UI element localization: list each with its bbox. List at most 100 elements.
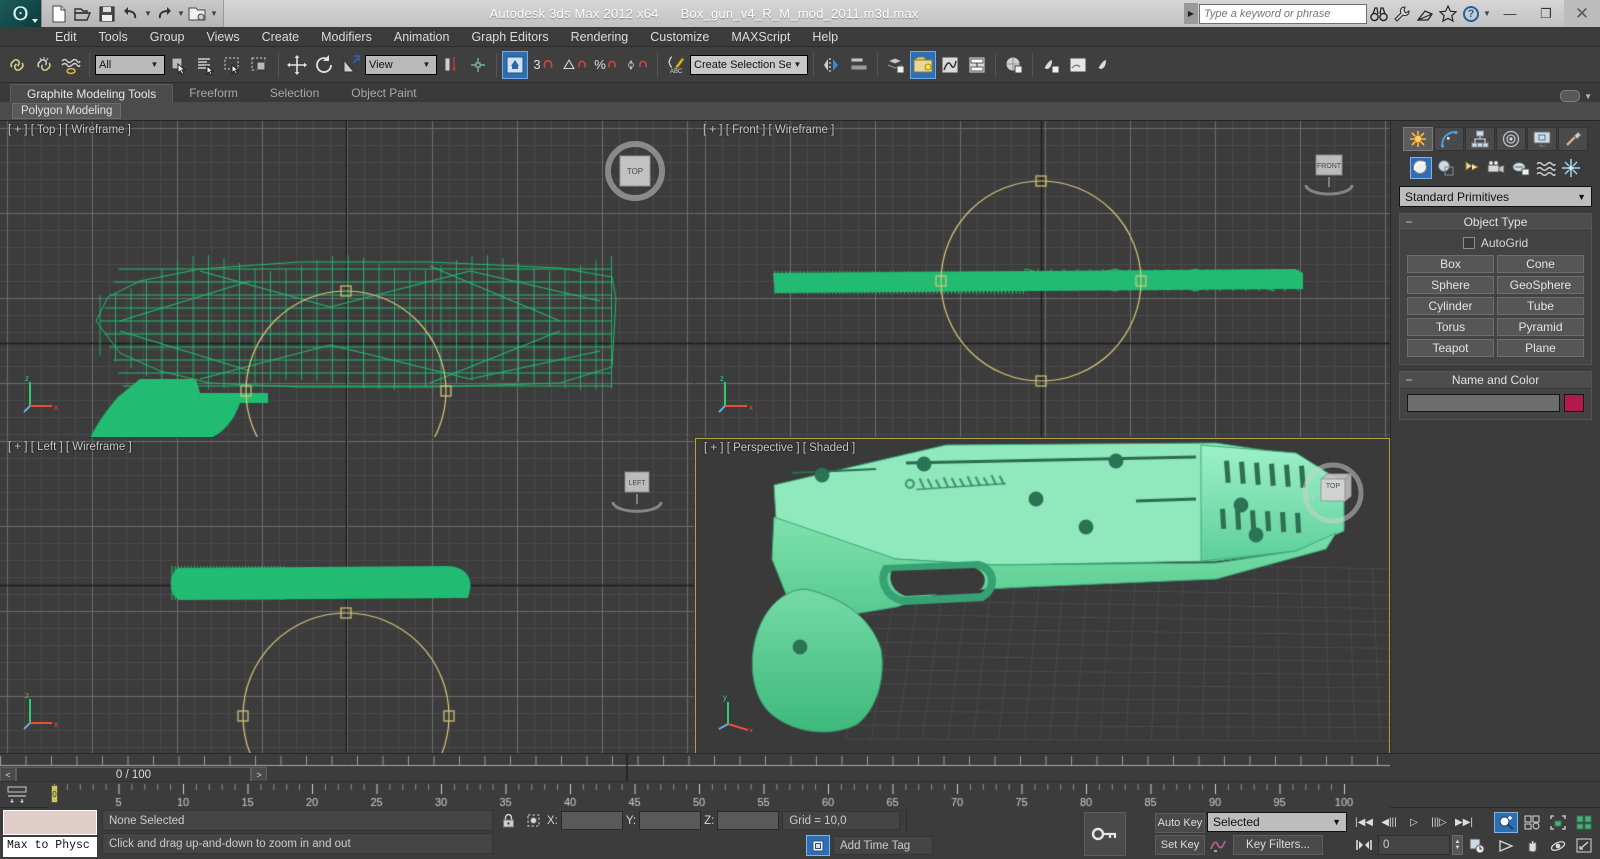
percent-snap-button[interactable] bbox=[560, 51, 590, 79]
mtp-color-swatch[interactable] bbox=[3, 810, 97, 835]
menu-item-animation[interactable]: Animation bbox=[383, 28, 461, 46]
viewport-top[interactable]: [ + ] [ Top ] [ Wireframe ] TOP z x bbox=[0, 121, 694, 437]
menu-item-help[interactable]: Help bbox=[801, 28, 849, 46]
mirror-button[interactable] bbox=[819, 51, 845, 79]
field-of-view-button[interactable] bbox=[1494, 835, 1518, 856]
orbit-button[interactable] bbox=[1546, 835, 1570, 856]
menu-item-group[interactable]: Group bbox=[139, 28, 196, 46]
set-key-curve-icon[interactable] bbox=[1207, 834, 1231, 855]
minimize-button[interactable]: — bbox=[1492, 0, 1528, 27]
track-bar[interactable]: < 0 / 100 > bbox=[0, 753, 1600, 782]
viewport-left-canvas[interactable] bbox=[0, 438, 694, 754]
selection-lock-icon[interactable] bbox=[522, 813, 544, 828]
ribbon-tab-freeform[interactable]: Freeform bbox=[173, 84, 254, 102]
helpers-button[interactable] bbox=[1510, 157, 1532, 179]
previous-frame-arrow[interactable]: < bbox=[0, 767, 16, 782]
qat-customize-icon[interactable]: ▼ bbox=[210, 9, 218, 18]
select-and-scale-button[interactable] bbox=[338, 51, 364, 79]
menu-item-customize[interactable]: Customize bbox=[639, 28, 720, 46]
autogrid-checkbox[interactable] bbox=[1462, 237, 1475, 249]
redo-icon[interactable] bbox=[153, 3, 175, 24]
ribbon-panel-polygon-modeling[interactable]: Polygon Modeling bbox=[12, 103, 122, 119]
object-type-pyramid-button[interactable]: Pyramid bbox=[1497, 318, 1584, 336]
space-warps-button[interactable] bbox=[1535, 157, 1557, 179]
time-ruler-canvas[interactable] bbox=[48, 782, 1390, 808]
lights-button[interactable] bbox=[1460, 157, 1482, 179]
viewcube-top[interactable]: TOP bbox=[603, 139, 667, 203]
open-file-icon[interactable] bbox=[72, 3, 94, 24]
application-menu-button[interactable]: ʘ bbox=[0, 0, 42, 27]
next-frame-arrow[interactable]: > bbox=[251, 767, 267, 782]
viewcube-perspective[interactable]: TOP W bbox=[1297, 457, 1369, 527]
graphite-toggle-button[interactable] bbox=[910, 50, 936, 79]
viewport-top-label[interactable]: [ + ] [ Top ] [ Wireframe ] bbox=[8, 124, 131, 136]
time-slider-handle[interactable]: 0 bbox=[51, 785, 58, 803]
time-configuration-button[interactable] bbox=[1465, 835, 1489, 856]
use-center-flyout-button[interactable] bbox=[438, 51, 464, 79]
curve-editor-button[interactable] bbox=[937, 51, 963, 79]
search-input[interactable] bbox=[1199, 3, 1367, 24]
info-center-expand-icon[interactable]: ▶ bbox=[1184, 3, 1198, 24]
current-frame-display[interactable]: 0 / 100 bbox=[16, 767, 251, 782]
object-type-header[interactable]: − Object Type bbox=[1400, 214, 1591, 231]
x-coordinate-field[interactable] bbox=[560, 811, 623, 830]
cameras-button[interactable] bbox=[1485, 157, 1507, 179]
autogrid-row[interactable]: AutoGrid bbox=[1407, 236, 1584, 250]
ribbon-options-icon[interactable] bbox=[1560, 90, 1581, 102]
bind-space-warp-button[interactable] bbox=[58, 51, 84, 79]
auto-key-button[interactable]: Auto Key bbox=[1155, 812, 1205, 833]
utilities-tab[interactable] bbox=[1558, 127, 1588, 151]
zoom-button[interactable] bbox=[1494, 811, 1518, 833]
time-slider-ruler[interactable]: 0 bbox=[0, 781, 1600, 808]
snap-toggle-button[interactable] bbox=[502, 50, 528, 79]
go-to-end-button[interactable]: ▶▶| bbox=[1452, 812, 1476, 833]
help-dropdown-icon[interactable]: ▼ bbox=[1483, 9, 1491, 18]
create-tab[interactable] bbox=[1403, 127, 1433, 151]
collapse-icon[interactable]: − bbox=[1400, 215, 1418, 229]
spinner-snap-toggle-button[interactable] bbox=[622, 51, 652, 79]
menu-item-rendering[interactable]: Rendering bbox=[560, 28, 640, 46]
angle-snap-button[interactable]: 3 bbox=[529, 51, 559, 79]
object-type-torus-button[interactable]: Torus bbox=[1407, 318, 1494, 336]
select-and-manipulate-button[interactable] bbox=[465, 51, 491, 79]
restore-button[interactable]: ❐ bbox=[1528, 0, 1564, 27]
go-to-start-button[interactable]: |◀◀ bbox=[1352, 812, 1376, 833]
schematic-view-button[interactable] bbox=[964, 51, 990, 79]
modify-tab[interactable] bbox=[1434, 127, 1464, 151]
viewport-perspective-label[interactable]: [ + ] [ Perspective ] [ Shaded ] bbox=[704, 442, 855, 454]
current-frame-input[interactable]: 0 bbox=[1378, 835, 1450, 855]
edit-named-selection-button[interactable]: ABC bbox=[663, 51, 689, 79]
collapse-icon[interactable]: − bbox=[1400, 373, 1418, 387]
viewcube-left[interactable]: LEFT bbox=[605, 466, 667, 520]
viewport-perspective[interactable]: [ + ] [ Perspective ] [ Shaded ] TOP W y… bbox=[695, 438, 1390, 754]
select-and-rotate-button[interactable] bbox=[311, 51, 337, 79]
satellite-icon[interactable] bbox=[1414, 3, 1436, 25]
object-name-field[interactable] bbox=[1407, 394, 1560, 412]
select-by-name-button[interactable] bbox=[193, 51, 219, 79]
rectangular-selection-region-button[interactable] bbox=[220, 51, 246, 79]
select-and-move-button[interactable] bbox=[284, 51, 310, 79]
unlink-selection-button[interactable] bbox=[31, 51, 57, 79]
new-file-icon[interactable] bbox=[48, 3, 70, 24]
viewport-left-label[interactable]: [ + ] [ Left ] [ Wireframe ] bbox=[8, 441, 132, 453]
selection-filter-combo[interactable]: All ▼ bbox=[95, 54, 165, 75]
hierarchy-tab[interactable] bbox=[1465, 127, 1495, 151]
zoom-extents-button[interactable] bbox=[1546, 812, 1570, 833]
select-object-button[interactable] bbox=[166, 51, 192, 79]
ribbon-tab-object-paint[interactable]: Object Paint bbox=[335, 84, 432, 102]
viewport-perspective-canvas[interactable] bbox=[696, 439, 1389, 753]
save-file-icon[interactable] bbox=[96, 3, 118, 24]
frame-spinner[interactable]: ▲ ▼ bbox=[1452, 835, 1463, 855]
rendered-frame-button[interactable] bbox=[1065, 51, 1091, 79]
viewport-front-label[interactable]: [ + ] [ Front ] [ Wireframe ] bbox=[703, 124, 834, 136]
align-button[interactable] bbox=[846, 51, 872, 79]
menu-item-maxscript[interactable]: MAXScript bbox=[720, 28, 801, 46]
menu-item-create[interactable]: Create bbox=[251, 28, 311, 46]
next-frame-button[interactable]: |||▷ bbox=[1427, 812, 1451, 833]
add-time-tag-icon[interactable] bbox=[806, 835, 830, 856]
viewport-left[interactable]: [ + ] [ Left ] [ Wireframe ] LEFT z x bbox=[0, 438, 694, 754]
layer-manager-button[interactable] bbox=[883, 51, 909, 79]
zoom-extents-all-button[interactable] bbox=[1572, 812, 1596, 833]
reference-coordinate-combo[interactable]: View ▼ bbox=[365, 54, 437, 75]
viewport-front[interactable]: [ + ] [ Front ] [ Wireframe ] FRONT z x bbox=[695, 121, 1390, 437]
